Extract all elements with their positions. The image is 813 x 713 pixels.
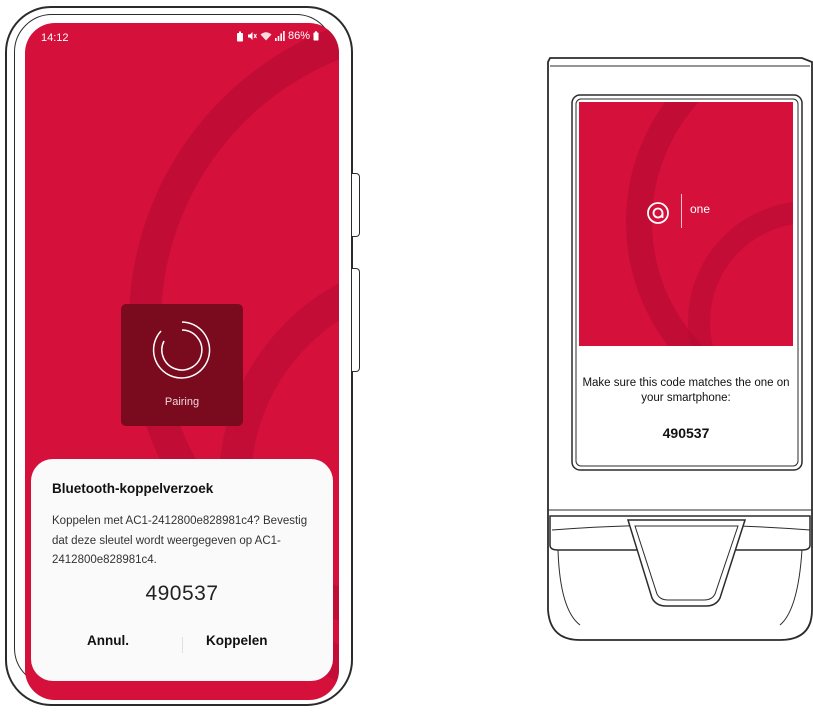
pair-button[interactable]: Koppelen (206, 633, 268, 648)
device-message: Make sure this code matches the one on y… (582, 377, 790, 404)
status-bar: 14:12 86% (25, 23, 339, 49)
pairing-label: Pairing (164, 396, 200, 408)
dialog-message: Koppelen met AC1-2412800e828981c4? Beves… (52, 515, 308, 566)
pairing-indicator: Pairing (121, 304, 243, 426)
device-background-arcs (626, 102, 793, 346)
wifi-icon (260, 32, 272, 41)
logo-divider (681, 194, 682, 228)
loading-spinner-icon (152, 321, 211, 379)
phone-screen: 14:12 86% Pairing Bluetooth-koppelverzoe… (25, 23, 339, 700)
volume-button (352, 173, 360, 237)
device-brand-panel: one (579, 102, 793, 346)
bluetooth-pairing-dialog: Bluetooth-koppelverzoek Koppelen met AC1… (31, 459, 333, 681)
battery-icon (313, 31, 319, 41)
button-divider (182, 637, 183, 653)
device-pairing-code: 490537 (662, 425, 710, 441)
status-icons: 86% (236, 30, 319, 42)
cancel-button[interactable]: Annul. (87, 633, 129, 648)
dialog-title: Bluetooth-koppelverzoek (52, 481, 214, 496)
brand-logo-text: one (690, 202, 711, 216)
signal-icon (274, 31, 285, 41)
status-time: 14:12 (41, 32, 69, 44)
brand-logo-icon (647, 202, 669, 224)
pairing-code: 490537 (145, 582, 219, 605)
dialog-actions: Annul. Koppelen (31, 633, 333, 657)
power-button (352, 268, 360, 372)
mute-icon (247, 32, 257, 40)
device-display: one Make sure this code matches the one … (579, 102, 793, 460)
battery-saver-icon (236, 31, 243, 41)
battery-percentage: 86% (287, 30, 310, 42)
